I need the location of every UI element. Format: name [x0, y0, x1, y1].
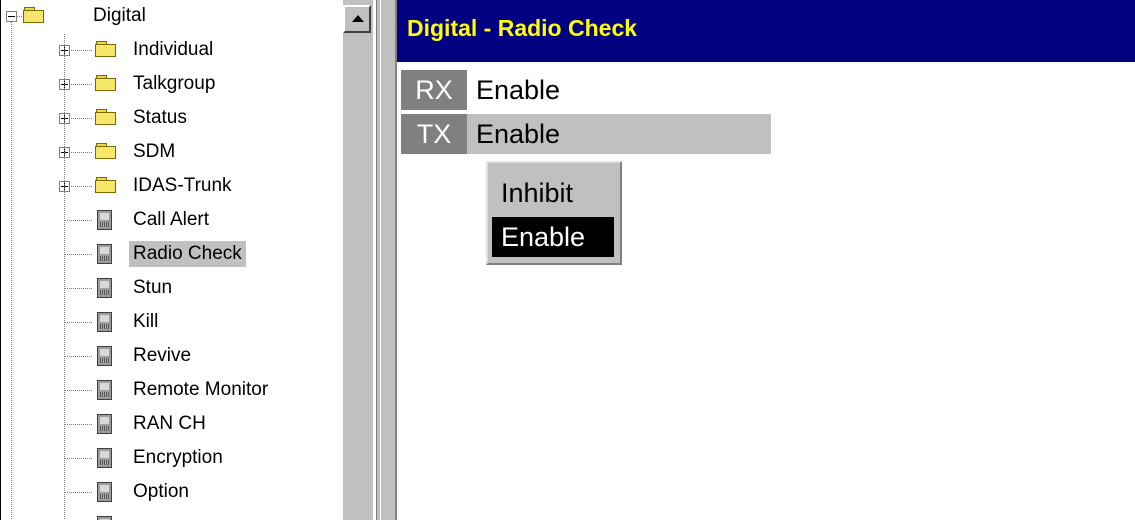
radio-item-icon: [97, 244, 112, 264]
tree-connector: [65, 322, 93, 323]
tree-connector: [11, 22, 12, 520]
tree-connector: [71, 186, 93, 187]
tree-connector: [65, 390, 93, 391]
radio-item-icon: [97, 380, 112, 400]
scroll-up-button[interactable]: [343, 5, 371, 33]
tree-item-label: RAN CH: [133, 413, 206, 434]
folder-icon: [95, 177, 117, 194]
radio-item-icon: [97, 482, 112, 502]
folder-icon: [95, 109, 117, 126]
tree-item-radio-check[interactable]: Radio Check: [1, 238, 341, 272]
folder-icon: [95, 143, 117, 160]
dropdown-option-enable[interactable]: Enable: [492, 217, 614, 257]
tree-item-idas-trunk[interactable]: IDAS-Trunk: [1, 170, 341, 204]
tree-item-label: SDM: [133, 141, 176, 162]
tree-item-partial[interactable]: [1, 510, 341, 520]
tree-item-digital[interactable]: Digital: [1, 0, 341, 34]
tree-item-sdm[interactable]: SDM: [1, 136, 341, 170]
tx-row[interactable]: TX Enable: [401, 114, 771, 154]
tree-connector: [17, 16, 23, 17]
rx-row[interactable]: RX Enable: [401, 70, 771, 110]
collapse-minus-icon[interactable]: [6, 11, 17, 22]
radio-item-icon: [97, 278, 112, 298]
tree-item-label: IDAS-Trunk: [133, 175, 232, 196]
tree-item-option[interactable]: Option: [1, 476, 341, 510]
content-title-bar: Digital - Radio Check: [397, 0, 1135, 62]
tree-item-label: Stun: [133, 277, 173, 298]
tree-item-talkgroup[interactable]: Talkgroup: [1, 68, 341, 102]
tree-connector: [65, 220, 93, 221]
tree-item-ran-ch[interactable]: RAN CH: [1, 408, 341, 442]
tree-item-call-alert[interactable]: Call Alert: [1, 204, 341, 238]
tree-connector: [65, 254, 93, 255]
rx-tag: RX: [401, 70, 467, 110]
tree-item-remote-monitor[interactable]: Remote Monitor: [1, 374, 341, 408]
tree-item-encryption[interactable]: Encryption: [1, 442, 341, 476]
tree-item-individual[interactable]: Individual: [1, 34, 341, 68]
tree-connector: [65, 492, 93, 493]
tree-item-label: Remote Monitor: [133, 379, 269, 400]
tree-item-label: Kill: [133, 311, 159, 332]
tree-connector: [71, 152, 93, 153]
radio-item-icon: [97, 516, 112, 520]
tx-tag: TX: [401, 114, 467, 154]
tree-item-stun[interactable]: Stun: [1, 272, 341, 306]
navigation-tree: Digital Individual Talkgroup Status SDM IDAS-…: [0, 0, 376, 520]
tree-item-label: [129, 513, 137, 520]
value-dropdown-list[interactable]: Inhibit Enable: [486, 161, 622, 265]
tree-item-label: Encryption: [133, 447, 223, 468]
tree-connector: [65, 424, 93, 425]
tree-item-status[interactable]: Status: [1, 102, 341, 136]
radio-item-icon: [97, 414, 112, 434]
content-title: Digital - Radio Check: [407, 15, 638, 41]
tx-value[interactable]: Enable: [476, 114, 560, 154]
tree-item-label: Status: [133, 107, 187, 128]
tree-connector: [71, 84, 93, 85]
tree-connector: [71, 118, 93, 119]
tree-item-label: Talkgroup: [133, 73, 216, 94]
tree-item-label: Individual: [133, 39, 214, 60]
radio-item-icon: [97, 210, 112, 230]
tree-item-revive[interactable]: Revive: [1, 340, 341, 374]
pane-splitter[interactable]: [376, 0, 397, 520]
folder-icon: [23, 7, 45, 24]
dropdown-option-inhibit[interactable]: Inhibit: [492, 173, 614, 213]
tree-connector: [65, 458, 93, 459]
tree-item-label: Digital: [93, 5, 146, 26]
tree-connector: [64, 34, 65, 520]
tree-item-label: Revive: [133, 345, 192, 366]
folder-icon: [95, 41, 117, 58]
tree-connector: [65, 356, 93, 357]
tree-item-label: Radio Check: [129, 241, 246, 267]
radio-item-icon: [97, 448, 112, 468]
tree-item-kill[interactable]: Kill: [1, 306, 341, 340]
rx-value[interactable]: Enable: [476, 70, 560, 110]
tree-scrollbar[interactable]: [343, 0, 373, 520]
tree-item-label: Call Alert: [133, 209, 210, 230]
radio-item-icon: [97, 312, 112, 332]
radio-item-icon: [97, 346, 112, 366]
folder-icon: [95, 75, 117, 92]
content-pane: Digital - Radio Check RX Enable TX Enabl…: [397, 0, 1135, 520]
tree-item-label: Option: [133, 481, 189, 502]
tree-connector: [65, 288, 93, 289]
tree-connector: [71, 50, 93, 51]
